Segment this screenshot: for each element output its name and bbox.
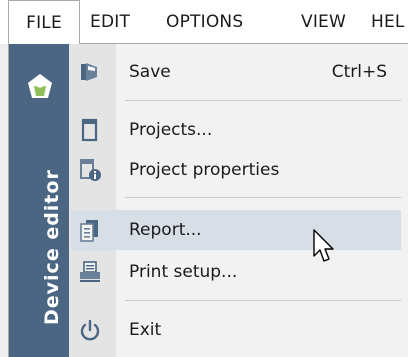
menu-item-report[interactable]: Report... (71, 210, 401, 250)
menu-item-project-properties[interactable]: Project properties (71, 150, 401, 190)
project-properties-icon (80, 159, 101, 181)
file-dropdown-menu: Device editor Save Ctrl+S Projects... Pr… (8, 43, 408, 357)
separator (125, 100, 401, 101)
menu-options[interactable]: OPTIONS (166, 0, 243, 44)
report-icon (80, 220, 98, 242)
power-icon (80, 319, 100, 341)
background-strip (0, 44, 8, 357)
separator (125, 300, 401, 301)
menu-item-projects[interactable]: Projects... (71, 110, 401, 150)
menu-item-label: Project properties (129, 160, 280, 180)
app-window: FILE EDIT OPTIONS VIEW HEL Device editor… (0, 0, 408, 357)
device-editor-label: Device editor (41, 169, 63, 325)
menu-item-label: Save (129, 62, 171, 82)
device-editor-sidebar: Device editor (9, 44, 69, 357)
menu-item-print-setup[interactable]: Print setup... (71, 252, 401, 292)
menu-file[interactable]: FILE (8, 0, 80, 44)
menu-item-label: Projects... (129, 120, 213, 140)
menu-edit[interactable]: EDIT (90, 0, 130, 44)
shortcut-label: Ctrl+S (331, 62, 387, 82)
menu-bar: FILE EDIT OPTIONS VIEW HEL (0, 0, 408, 45)
separator (125, 197, 401, 198)
menu-item-exit[interactable]: Exit (71, 310, 401, 350)
menu-item-save[interactable]: Save Ctrl+S (71, 52, 401, 92)
menu-item-label: Report... (129, 220, 202, 240)
menu-item-label: Exit (129, 320, 162, 340)
projects-icon (81, 118, 98, 142)
menu-help[interactable]: HEL (371, 0, 405, 44)
device-logo-icon (28, 74, 52, 98)
menu-view[interactable]: VIEW (301, 0, 346, 44)
mouse-cursor-icon (313, 229, 334, 262)
menu-item-label: Print setup... (129, 262, 238, 282)
save-icon (81, 63, 97, 81)
print-icon (80, 261, 100, 282)
